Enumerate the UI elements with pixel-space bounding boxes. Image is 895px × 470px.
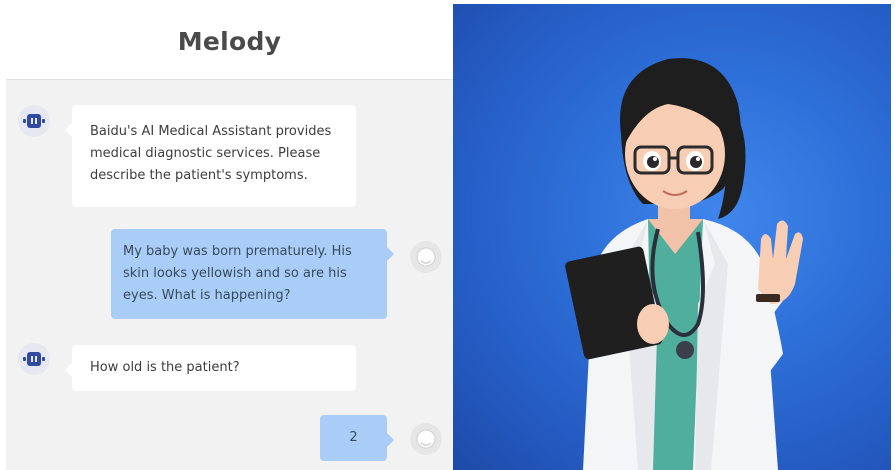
hero-panel xyxy=(453,4,891,470)
user-message: My baby was born prematurely. His skin l… xyxy=(111,229,394,319)
user-message: 2 xyxy=(320,415,394,461)
doctor-illustration xyxy=(565,58,803,470)
stethoscope-icon xyxy=(676,341,694,359)
robot-icon xyxy=(18,343,50,375)
bot-message: How old is the patient? xyxy=(65,345,356,391)
robot-icon xyxy=(18,105,50,137)
user-icon xyxy=(410,423,442,455)
chat-title: Melody xyxy=(177,27,282,56)
user-icon xyxy=(410,241,442,273)
bot-message: Baidu's AI Medical Assistant provides me… xyxy=(65,105,356,207)
chat-header: Melody xyxy=(6,4,453,80)
chat-panel: Melody Baidu's AI Medical Assistant prov… xyxy=(6,4,453,470)
